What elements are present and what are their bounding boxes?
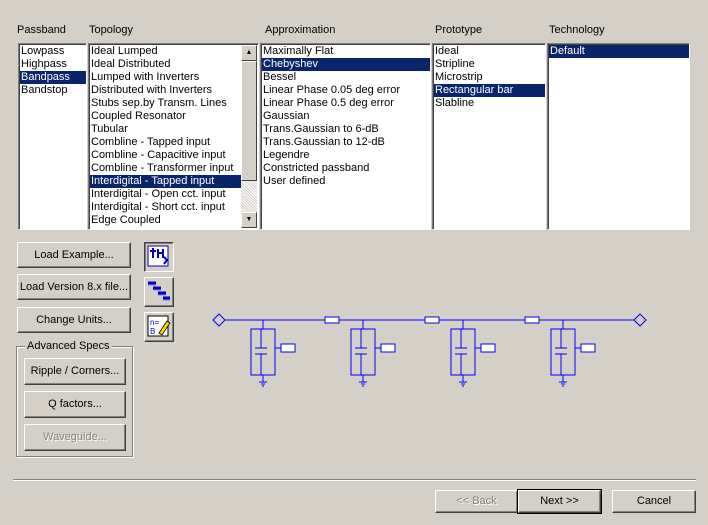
resonator xyxy=(450,328,476,376)
waveguide-button[interactable]: Waveguide... xyxy=(24,424,126,451)
scroll-up-icon[interactable]: ▲ xyxy=(241,45,257,61)
topology-item[interactable]: Combline - Capacitive input xyxy=(90,149,241,162)
ripple-corners-button[interactable]: Ripple / Corners... xyxy=(24,358,126,385)
passband-item[interactable]: Bandstop xyxy=(20,84,86,97)
svg-text:B: B xyxy=(150,327,155,336)
passband-header: Passband xyxy=(17,24,66,36)
bottom-separator xyxy=(13,479,696,481)
staircase-icon xyxy=(148,281,170,301)
load-example-button[interactable]: Load Example... xyxy=(17,242,131,268)
topology-list[interactable]: Ideal Lumped Ideal Distributed Lumped with… xyxy=(88,43,259,230)
topology-item[interactable]: Lumped with Inverters xyxy=(90,71,241,84)
scroll-thumb[interactable] xyxy=(241,61,257,181)
topology-item[interactable]: Ideal Distributed xyxy=(90,58,241,71)
approximation-item[interactable]: Maximally Flat xyxy=(262,45,430,58)
filter-schematic xyxy=(212,313,647,387)
passband-item[interactable]: Lowpass xyxy=(20,45,86,58)
advanced-specs-title: Advanced Specs xyxy=(25,340,112,353)
passband-item[interactable]: Bandpass xyxy=(20,71,86,84)
prototype-header: Prototype xyxy=(435,24,483,36)
coupling-element xyxy=(324,316,340,324)
prototype-item[interactable]: Microstrip xyxy=(434,71,545,84)
filter-response-button[interactable] xyxy=(144,242,174,272)
topology-item[interactable]: Coupled Resonator xyxy=(90,110,241,123)
approximation-item[interactable]: Chebyshev xyxy=(262,58,430,71)
coupling-element xyxy=(524,316,540,324)
topology-scrollbar[interactable]: ▲ ▼ xyxy=(241,45,257,228)
equation-edit-icon: n= B xyxy=(147,315,171,337)
filter-response-icon xyxy=(147,245,169,267)
change-units-button[interactable]: Change Units... xyxy=(17,307,131,333)
technology-list[interactable]: Default xyxy=(547,43,690,230)
topology-item[interactable]: Interdigital - Open cct. input xyxy=(90,188,241,201)
technology-item[interactable]: Default xyxy=(549,45,689,58)
prototype-item[interactable]: Stripline xyxy=(434,58,545,71)
passband-list[interactable]: Lowpass Highpass Bandpass Bandstop xyxy=(18,43,87,230)
topology-item[interactable]: Distributed with Inverters xyxy=(90,84,241,97)
coupling-element xyxy=(424,316,440,324)
topology-item[interactable]: Interdigital - Short cct. input xyxy=(90,201,241,214)
topology-header: Topology xyxy=(89,24,134,36)
approximation-item[interactable]: Gaussian xyxy=(262,110,430,123)
resonator xyxy=(250,328,276,376)
resonator xyxy=(550,328,576,376)
topology-item[interactable]: Combline - Tapped input xyxy=(90,136,241,149)
approximation-item[interactable]: Trans.Gaussian to 6-dB xyxy=(262,123,430,136)
resonator xyxy=(350,328,376,376)
approximation-list[interactable]: Maximally Flat Chebyshev Bessel Linear Phas… xyxy=(260,43,431,230)
topology-item[interactable]: Combline - Transformer input xyxy=(90,162,241,175)
next-button[interactable]: Next >> xyxy=(517,489,602,514)
approximation-item[interactable]: Bessel xyxy=(262,71,430,84)
approximation-item[interactable]: Trans.Gaussian to 12-dB xyxy=(262,136,430,149)
approximation-item[interactable]: Linear Phase 0.5 deg error xyxy=(262,97,430,110)
q-factors-button[interactable]: Q factors... xyxy=(24,391,126,418)
topology-item[interactable]: Stubs sep.by Transm. Lines xyxy=(90,97,241,110)
svg-text:n=: n= xyxy=(150,318,159,327)
tap-element xyxy=(480,343,496,353)
prototype-item[interactable]: Slabline xyxy=(434,97,545,110)
topology-item[interactable]: Tubular xyxy=(90,123,241,136)
back-button[interactable]: << Back xyxy=(435,490,518,513)
tap-element xyxy=(380,343,396,353)
prototype-item[interactable]: Rectangular bar xyxy=(434,84,545,97)
approximation-header: Approximation xyxy=(265,24,336,36)
prototype-item[interactable]: Ideal xyxy=(434,45,545,58)
tap-element xyxy=(280,343,296,353)
approximation-item[interactable]: Linear Phase 0.05 deg error xyxy=(262,84,430,97)
port-in-icon xyxy=(212,313,226,327)
scroll-down-icon[interactable]: ▼ xyxy=(241,212,257,228)
cancel-button[interactable]: Cancel xyxy=(612,490,696,513)
topology-item[interactable]: Edge Coupled xyxy=(90,214,241,227)
approximation-item[interactable]: Legendre xyxy=(262,149,430,162)
load-version-button[interactable]: Load Version 8.x file... xyxy=(17,274,131,300)
passband-item[interactable]: Highpass xyxy=(20,58,86,71)
port-out-icon xyxy=(633,313,647,327)
prototype-list[interactable]: Ideal Stripline Microstrip Rectangular bar S… xyxy=(432,43,546,230)
technology-header: Technology xyxy=(549,24,605,36)
approximation-item[interactable]: User defined xyxy=(262,175,430,188)
tap-element xyxy=(580,343,596,353)
staircase-button[interactable] xyxy=(144,277,174,307)
topology-item[interactable]: Interdigital - Tapped input xyxy=(90,175,241,188)
topology-item[interactable]: Ideal Lumped xyxy=(90,45,241,58)
equation-edit-button[interactable]: n= B xyxy=(144,312,174,342)
approximation-item[interactable]: Constricted passband xyxy=(262,162,430,175)
